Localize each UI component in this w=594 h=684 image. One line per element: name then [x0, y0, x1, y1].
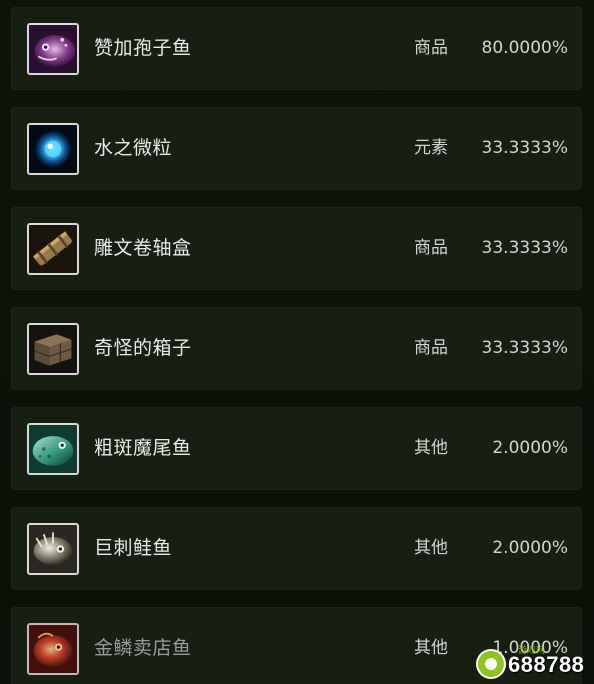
list-item[interactable]: 粗斑魔尾鱼 其他 2.0000% — [11, 407, 582, 490]
drop-rate: 2.0000% — [492, 538, 568, 558]
scroll-case-icon — [27, 223, 79, 275]
spotted-fish-icon — [27, 423, 79, 475]
spiny-salmon-icon — [27, 523, 79, 575]
item-name: 雕文卷轴盒 — [94, 237, 192, 259]
item-type: 其他 — [414, 638, 448, 658]
item-name: 巨刺鲑鱼 — [94, 537, 173, 559]
watermark-text: 688788 — [508, 652, 585, 677]
list-item[interactable]: 赞加孢子鱼 商品 80.0000% — [11, 7, 582, 90]
spore-fish-icon — [27, 23, 79, 75]
item-type: 元素 — [414, 138, 448, 158]
site-logo-icon — [478, 651, 504, 677]
item-name: 水之微粒 — [94, 137, 173, 159]
water-mote-icon — [27, 123, 79, 175]
drop-rate: 33.3333% — [481, 238, 568, 258]
item-type: 其他 — [414, 538, 448, 558]
item-type: 商品 — [414, 38, 448, 58]
item-name: 金鳞卖店鱼 — [94, 637, 192, 659]
crate-icon — [27, 323, 79, 375]
item-type: 其他 — [414, 438, 448, 458]
item-name: 赞加孢子鱼 — [94, 37, 192, 59]
goldscale-fish-icon — [27, 623, 79, 675]
list-item[interactable]: 水之微粒 元素 33.3333% — [11, 107, 582, 190]
list-item[interactable]: 奇怪的箱子 商品 33.3333% — [11, 307, 582, 390]
item-type: 商品 — [414, 338, 448, 358]
item-name: 粗斑魔尾鱼 — [94, 437, 192, 459]
loot-table-page: 赞加孢子鱼 商品 80.0000% 水之微粒 元素 33.3333% 雕文卷轴盒… — [0, 0, 594, 684]
item-type: 商品 — [414, 238, 448, 258]
list-item[interactable]: 巨刺鲑鱼 其他 2.0000% — [11, 507, 582, 590]
drop-rate: 2.0000% — [492, 438, 568, 458]
item-name: 奇怪的箱子 — [94, 337, 192, 359]
drop-rate: 33.3333% — [481, 138, 568, 158]
site-watermark: 游戏网 688788 — [478, 646, 588, 680]
drop-rate: 80.0000% — [481, 38, 568, 58]
list-item[interactable]: 雕文卷轴盒 商品 33.3333% — [11, 207, 582, 290]
drop-rate: 33.3333% — [481, 338, 568, 358]
